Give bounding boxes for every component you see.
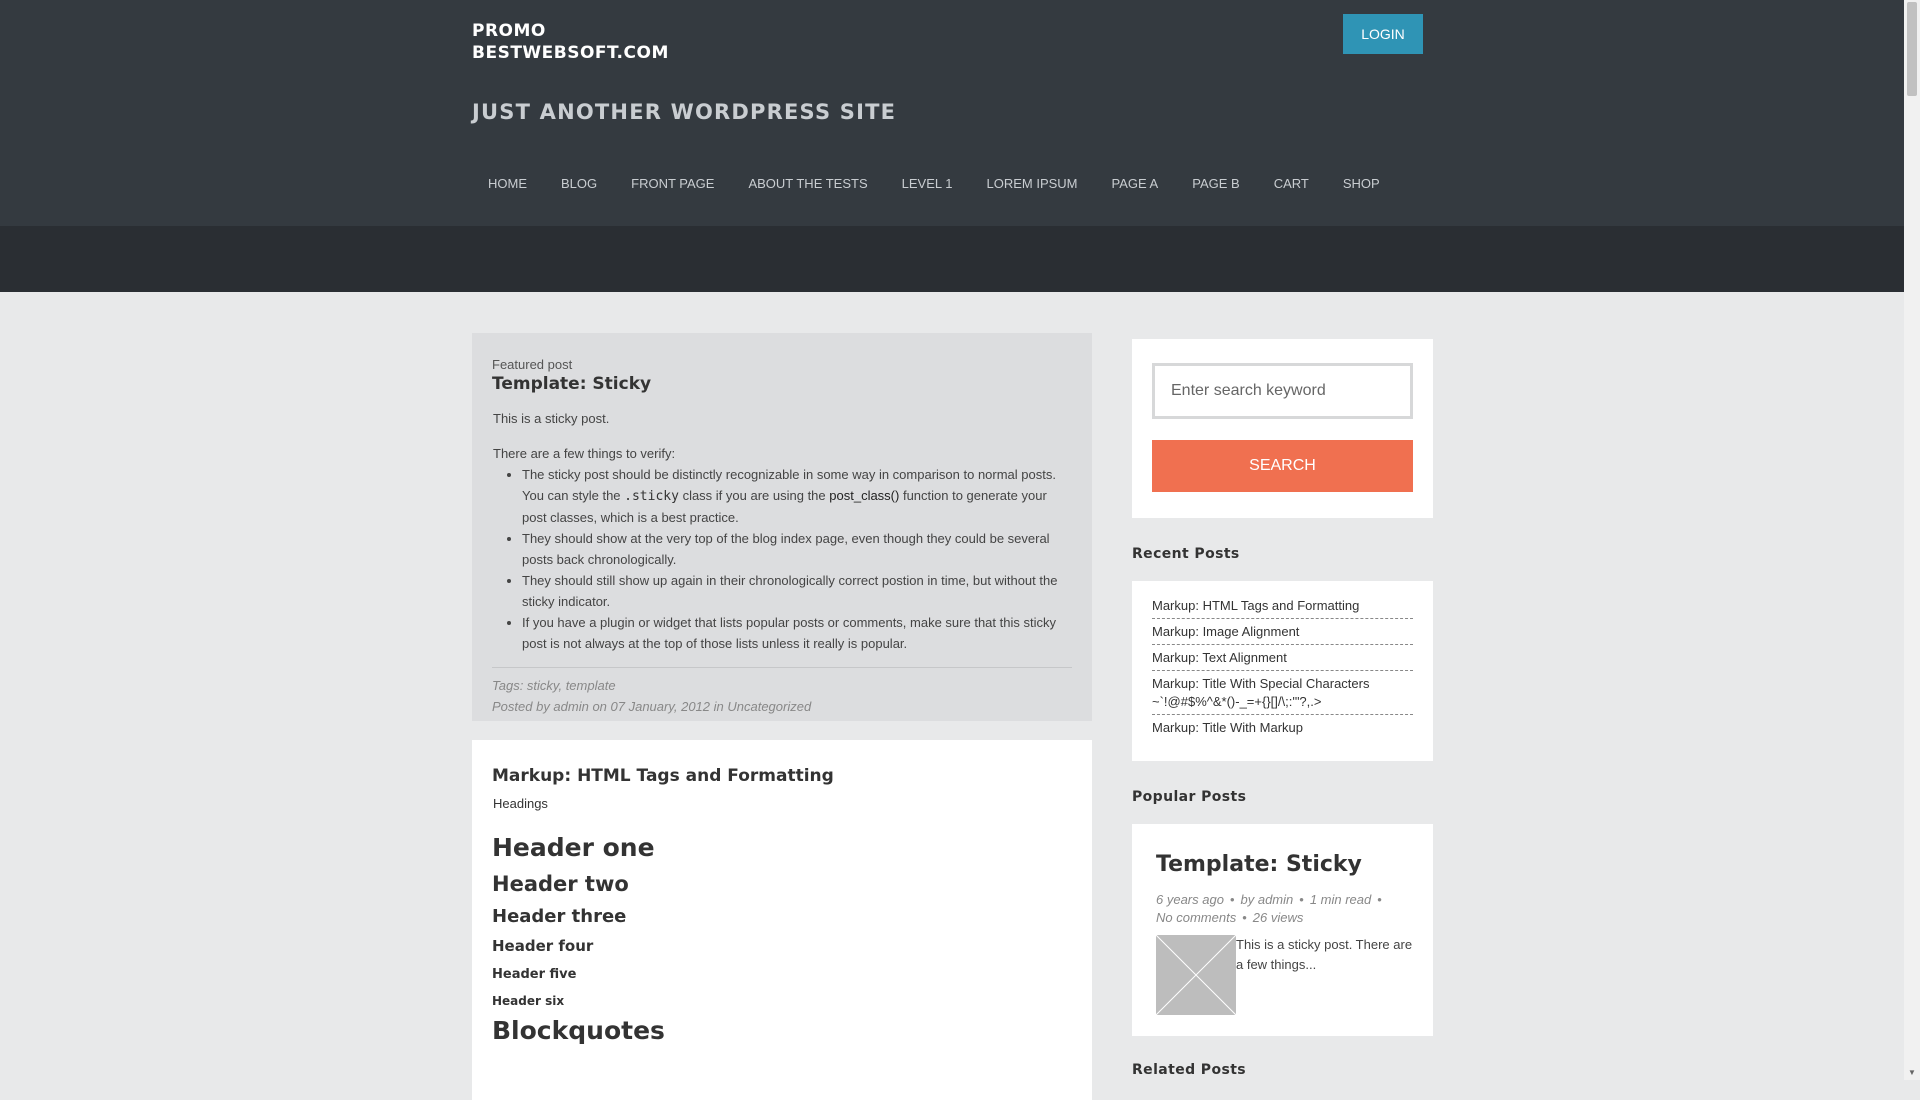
featured-label: Featured post — [492, 357, 573, 372]
post-tags[interactable]: Tags: sticky, template — [492, 675, 1072, 696]
placeholder-image-icon[interactable] — [1155, 934, 1237, 1016]
post-title[interactable]: Template: Sticky — [492, 374, 1072, 394]
heading-blockquotes: Blockquotes — [492, 1016, 665, 1045]
list-item: Markup: Text Alignment — [1152, 645, 1413, 671]
list-item: They should show at the very top of the … — [522, 528, 1072, 570]
list-item: Markup: Title With Special Characters ~`… — [1152, 671, 1413, 715]
markup-post: Markup: HTML Tags and Formatting Heading… — [472, 740, 1092, 1100]
heading-six: Header six — [492, 994, 565, 1008]
list-item: They should still show up again in their… — [522, 570, 1072, 612]
recent-post-link[interactable]: Markup: Text Alignment — [1152, 650, 1287, 665]
sticky-class-code: .sticky — [624, 489, 679, 504]
popular-posts-title: Popular Posts — [1132, 789, 1247, 805]
heading-two: Header two — [492, 872, 629, 896]
recent-posts-list: Markup: HTML Tags and Formatting Markup:… — [1152, 593, 1413, 740]
post-intro: This is a sticky post. — [493, 411, 610, 426]
separator-dot: • — [1299, 892, 1304, 907]
search-button[interactable]: SEARCH — [1152, 440, 1413, 492]
post-verify-text: There are a few things to verify: — [493, 446, 676, 461]
recent-post-link[interactable]: Markup: Image Alignment — [1152, 624, 1299, 639]
scrollbar-thumb[interactable] — [1907, 2, 1917, 96]
heading-five: Header five — [492, 967, 577, 982]
search-widget: SEARCH — [1132, 339, 1433, 518]
recent-post-link[interactable]: Markup: Title With Markup — [1152, 720, 1303, 735]
heading-four: Header four — [492, 937, 594, 955]
post-age: 6 years ago — [1156, 892, 1224, 907]
post-title[interactable]: Markup: HTML Tags and Formatting — [492, 766, 1072, 786]
verify-list: The sticky post should be distinctly rec… — [492, 464, 1072, 654]
nav-item-level-1[interactable]: LEVEL 1 — [886, 170, 971, 200]
post-read-time: 1 min read — [1309, 892, 1372, 907]
search-input[interactable] — [1152, 363, 1413, 419]
post-class-function: post_class() — [829, 488, 900, 503]
separator-dot: • — [1229, 892, 1235, 907]
list-item: Markup: Title With Markup — [1152, 715, 1413, 740]
nav-item-page-a[interactable]: PAGE A — [1096, 170, 1177, 200]
heading-three: Header three — [492, 906, 627, 927]
nav-item-shop[interactable]: SHOP — [1327, 170, 1398, 200]
heading-one: Header one — [492, 833, 655, 862]
nav-item-blog[interactable]: BLOG — [545, 170, 615, 200]
list-item: If you have a plugin or widget that list… — [522, 612, 1072, 654]
sticky-post: Featured post Template: Sticky This is a… — [472, 333, 1092, 721]
site-logo[interactable]: PROMO BESTWEBSOFT.COM — [472, 20, 772, 64]
separator-dot: • — [1242, 910, 1247, 925]
post-comments[interactable]: No comments — [1156, 910, 1236, 925]
nav-item-home[interactable]: HOME — [472, 170, 545, 200]
site-header: PROMO BESTWEBSOFT.COM LOGIN JUST ANOTHER… — [0, 0, 1904, 226]
popular-post-title[interactable]: Template: Sticky — [1156, 852, 1417, 877]
header-band — [0, 226, 1904, 292]
nav-item-lorem-ipsum[interactable]: LOREM IPSUM — [970, 170, 1095, 200]
post-views: 26 views — [1252, 910, 1304, 925]
list-item: Markup: Image Alignment — [1152, 619, 1413, 645]
page-scrollbar[interactable]: ▼ — [1904, 0, 1920, 1080]
related-posts-title: Related Posts — [1132, 1062, 1247, 1078]
nav-item-about-the-tests[interactable]: ABOUT THE TESTS — [732, 170, 885, 200]
logo-line-2[interactable]: BESTWEBSOFT.COM — [472, 42, 772, 64]
post-meta: Tags: sticky, template Posted by admin o… — [492, 667, 1072, 717]
popular-post-excerpt: This is a sticky post. There are a few t… — [1236, 937, 1413, 972]
separator-dot: • — [1377, 892, 1382, 907]
popular-post-meta: 6 years ago • by admin • 1 min read • No comm… — [1156, 891, 1417, 927]
recent-posts-widget: Markup: HTML Tags and Formatting Markup:… — [1132, 581, 1433, 761]
nav-item-cart[interactable]: CART — [1258, 170, 1327, 200]
login-button[interactable]: LOGIN — [1343, 14, 1423, 54]
bullet-text: class if you are using the — [678, 488, 830, 503]
site-tagline: JUST ANOTHER WORDPRESS SITE — [472, 100, 897, 124]
recent-posts-title: Recent Posts — [1132, 546, 1240, 562]
section-heading: Headings — [493, 796, 548, 811]
recent-post-link[interactable]: Markup: HTML Tags and Formatting — [1152, 598, 1359, 613]
scroll-down-arrow-icon[interactable]: ▼ — [1907, 1068, 1917, 1078]
main-nav: HOME BLOG FRONT PAGE ABOUT THE TESTS LEV… — [472, 170, 1398, 200]
list-item: The sticky post should be distinctly rec… — [522, 464, 1072, 528]
popular-post-body: This is a sticky post. There are a few t… — [1155, 934, 1417, 1016]
post-author[interactable]: by admin — [1241, 892, 1294, 907]
recent-post-link[interactable]: Markup: Title With Special Characters ~`… — [1152, 676, 1369, 709]
popular-posts-widget: Template: Sticky 6 years ago • by admin • 1 … — [1132, 824, 1433, 1036]
post-byline[interactable]: Posted by admin on 07 January, 2012 in U… — [492, 696, 1072, 717]
list-item: Markup: HTML Tags and Formatting — [1152, 593, 1413, 619]
logo-line-1[interactable]: PROMO — [472, 20, 772, 42]
nav-item-front-page[interactable]: FRONT PAGE — [615, 170, 732, 200]
nav-item-page-b[interactable]: PAGE B — [1176, 170, 1257, 200]
